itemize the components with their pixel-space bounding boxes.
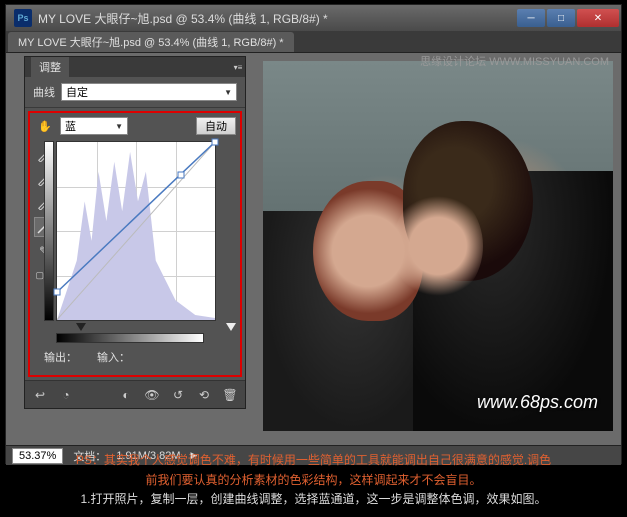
- canvas-image[interactable]: www.68ps.com: [263, 61, 613, 431]
- curve-point[interactable]: [212, 139, 219, 146]
- watermark-top: 思缘设计论坛 WWW.MISSYUAN.COM: [420, 53, 609, 69]
- maximize-button[interactable]: □: [547, 9, 575, 27]
- panel-tab-adjustments[interactable]: 调整: [31, 57, 69, 77]
- minimize-button[interactable]: ─: [517, 9, 545, 27]
- curve-point[interactable]: [54, 289, 61, 296]
- close-button[interactable]: ✕: [577, 9, 619, 27]
- workspace: 思缘设计论坛 WWW.MISSYUAN.COM www.68ps.com 调整 …: [6, 53, 621, 445]
- panel-footer: ↩ ◔ ◐ 👁 ↺ ⟲ 🗑: [25, 380, 245, 408]
- chevron-down-icon: ▼: [224, 88, 232, 97]
- preset-dropdown[interactable]: 自定 ▼: [61, 83, 237, 101]
- white-point-slider[interactable]: [226, 323, 236, 331]
- channel-dropdown[interactable]: 蓝 ▼: [60, 117, 128, 135]
- tutorial-caption: PS：其实我个人感觉调色不难，有时候用一些简单的工具就能调出自己很满意的感觉.调…: [0, 443, 627, 517]
- chevron-down-icon: ▼: [115, 122, 123, 131]
- input-gradient: [56, 333, 204, 343]
- curve-graph[interactable]: [56, 141, 216, 321]
- auto-button[interactable]: 自动: [196, 117, 236, 135]
- preset-value: 自定: [66, 84, 88, 100]
- document-tabbar: MY LOVE 大眼仔~旭.psd @ 53.4% (曲线 1, RGB/8#)…: [6, 31, 621, 53]
- visibility-icon[interactable]: 👁: [143, 386, 161, 404]
- curves-editor: ✋ 蓝 ▼ 自动 ✎ ▢◧: [28, 111, 242, 377]
- panel-menu-icon[interactable]: ▾≡: [231, 63, 245, 72]
- output-gradient: [44, 141, 54, 321]
- hand-tool-icon[interactable]: ✋: [34, 117, 56, 135]
- reset-icon[interactable]: ⟲: [195, 386, 213, 404]
- channel-value: 蓝: [65, 118, 76, 134]
- reset-prev-icon[interactable]: ↺: [169, 386, 187, 404]
- document-tab[interactable]: MY LOVE 大眼仔~旭.psd @ 53.4% (曲线 1, RGB/8#)…: [8, 32, 294, 52]
- black-point-slider[interactable]: [76, 323, 86, 331]
- curve-point[interactable]: [177, 171, 184, 178]
- titlebar: Ps MY LOVE 大眼仔~旭.psd @ 53.4% (曲线 1, RGB/…: [6, 5, 621, 31]
- return-arrow-icon[interactable]: ↩: [31, 386, 49, 404]
- input-label: 输入：: [97, 349, 130, 365]
- output-label: 输出：: [44, 349, 77, 365]
- window-title: MY LOVE 大眼仔~旭.psd @ 53.4% (曲线 1, RGB/8#)…: [38, 10, 517, 27]
- curve: [57, 142, 215, 320]
- adjustments-panel: 调整 ▾≡ 曲线 自定 ▼ ✋ 蓝 ▼ 自动: [24, 56, 246, 409]
- app-window: Ps MY LOVE 大眼仔~旭.psd @ 53.4% (曲线 1, RGB/…: [5, 4, 622, 464]
- app-icon: Ps: [14, 9, 32, 27]
- watermark: www.68ps.com: [477, 392, 598, 413]
- trash-icon[interactable]: 🗑: [221, 386, 239, 404]
- clip-layer-icon[interactable]: ◐: [117, 386, 135, 404]
- preset-label: 曲线: [33, 84, 55, 100]
- expand-icon[interactable]: ◔: [57, 386, 75, 404]
